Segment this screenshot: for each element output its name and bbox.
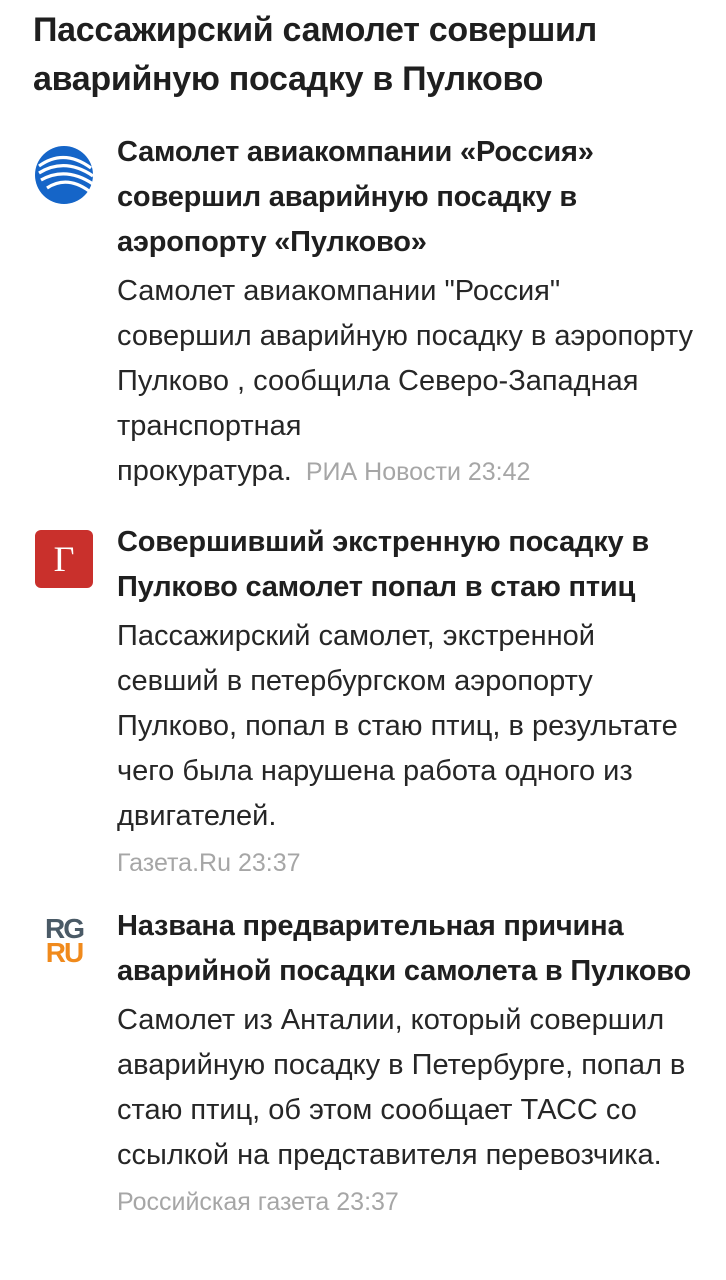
- story-title[interactable]: Названа предварительная причина аварийно…: [117, 904, 696, 994]
- ria-novosti-logo-icon[interactable]: [33, 144, 95, 206]
- story-snippet: Пассажирский самолет, экстренной севший …: [117, 620, 678, 832]
- story-meta[interactable]: РИА Новости 23:42: [306, 458, 531, 486]
- story-meta[interactable]: Газета.Ru 23:37: [117, 849, 696, 878]
- story-time: 23:37: [237, 849, 301, 877]
- news-story[interactable]: RG RU Названа предварительная причина ав…: [33, 904, 696, 1217]
- story-snippet: Самолет авиакомпании "Россия" совершил а…: [117, 275, 693, 487]
- story-title[interactable]: Самолет авиакомпании «Россия» совершил а…: [117, 130, 696, 265]
- story-source[interactable]: РИА Новости: [306, 458, 461, 486]
- story-time: 23:42: [467, 458, 531, 486]
- story-meta[interactable]: Российская газета 23:37: [117, 1188, 696, 1217]
- gazeta-logo-letter: Г: [53, 539, 75, 579]
- story-title[interactable]: Совершивший экстренную посадку в Пулково…: [117, 520, 696, 610]
- page-title[interactable]: Пассажирский самолет совершил аварийную …: [33, 6, 696, 104]
- news-story[interactable]: Г Совершивший экстренную посадку в Пулко…: [33, 520, 696, 878]
- gazeta-ru-logo-icon[interactable]: Г: [33, 528, 95, 590]
- story-time: 23:37: [336, 1188, 399, 1216]
- rg-logo-bottom: RU: [45, 937, 84, 968]
- news-story[interactable]: Самолет авиакомпании «Россия» совершил а…: [33, 130, 696, 494]
- story-source[interactable]: Российская газета: [117, 1188, 329, 1216]
- story-snippet: Самолет из Анталии, который совершил ава…: [117, 1004, 686, 1171]
- news-cluster: Пассажирский самолет совершил аварийную …: [0, 0, 726, 1280]
- story-source[interactable]: Газета.Ru: [117, 849, 231, 877]
- rg-ru-logo-icon[interactable]: RG RU: [33, 910, 95, 972]
